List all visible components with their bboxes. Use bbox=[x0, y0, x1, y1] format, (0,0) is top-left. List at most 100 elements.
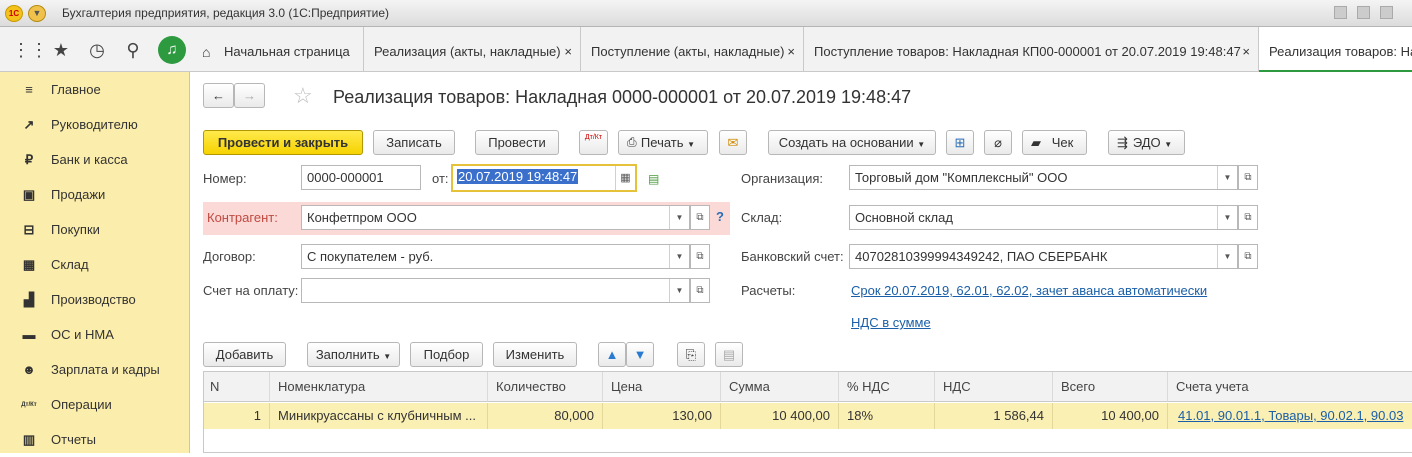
chevron-down-icon[interactable]: ▼ bbox=[669, 279, 689, 302]
tab-home[interactable]: ⌂ Начальная страница bbox=[190, 27, 364, 72]
sidebar-item-production[interactable]: ▟ Производство bbox=[0, 282, 190, 317]
close-tab-icon[interactable]: × bbox=[787, 27, 795, 72]
move-up-button[interactable]: ▲ bbox=[598, 342, 626, 367]
edo-button[interactable]: ⇶ ЭДО ▼ bbox=[1108, 130, 1185, 155]
select-button[interactable]: Подбор bbox=[410, 342, 483, 367]
back-button[interactable]: ← bbox=[203, 83, 234, 108]
tab-sales-list[interactable]: Реализация (акты, накладные) × bbox=[364, 27, 581, 72]
open-contractor-button[interactable]: ⧉ bbox=[690, 205, 710, 230]
close-tab-icon[interactable]: × bbox=[564, 27, 572, 72]
column-header-nomenclature[interactable]: Номенклатура bbox=[270, 372, 488, 402]
contractor-field[interactable]: Конфетпром ООО ▼ bbox=[301, 205, 690, 230]
open-warehouse-button[interactable]: ⧉ bbox=[1238, 205, 1258, 230]
table-cell-total[interactable]: 10 400,00 bbox=[1053, 403, 1168, 429]
sidebar-item-main[interactable]: ≡ Главное bbox=[0, 72, 190, 107]
chevron-down-icon[interactable]: ▼ bbox=[1217, 166, 1237, 189]
open-bank-account-button[interactable]: ⧉ bbox=[1238, 244, 1258, 269]
settings-window-icon[interactable] bbox=[1380, 6, 1393, 19]
column-header-quantity[interactable]: Количество bbox=[488, 372, 603, 402]
arrow-up-icon: ▲ bbox=[605, 347, 619, 362]
main-menu-icon[interactable]: ▼ bbox=[28, 5, 46, 22]
calendar-icon[interactable]: ▦ bbox=[615, 166, 635, 190]
post-button[interactable]: Провести bbox=[475, 130, 559, 155]
sidebar-item-salary[interactable]: ☻ Зарплата и кадры bbox=[0, 352, 190, 387]
sidebar-item-purchases[interactable]: ⊟ Покупки bbox=[0, 212, 190, 247]
column-header-accounts[interactable]: Счета учета bbox=[1168, 372, 1412, 402]
print-button[interactable]: ⎙ Печать ▼ bbox=[618, 130, 708, 155]
add-row-button[interactable]: Добавить bbox=[203, 342, 286, 367]
apps-grid-icon[interactable]: ⋮⋮ bbox=[12, 39, 48, 61]
date-field[interactable]: 20.07.2019 19:48:47 ▦ bbox=[451, 164, 637, 192]
table-cell-sum[interactable]: 10 400,00 bbox=[721, 403, 839, 429]
move-down-button[interactable]: ▼ bbox=[626, 342, 654, 367]
favorite-star-icon[interactable]: ☆ bbox=[293, 83, 313, 109]
forward-button[interactable]: → bbox=[234, 83, 265, 108]
invoice-field[interactable]: ▼ bbox=[301, 278, 690, 303]
number-label: Номер: bbox=[203, 171, 247, 186]
organization-field[interactable]: Торговый дом "Комплексный" ООО ▼ bbox=[849, 165, 1238, 190]
column-header-total[interactable]: Всего bbox=[1053, 372, 1168, 402]
email-button[interactable]: ✉ bbox=[719, 130, 747, 155]
table-cell-nomenclature[interactable]: Миникруассаны с клубничным ... bbox=[270, 403, 488, 429]
tab-sales-document[interactable]: Реализация товаров: Накладная 0000-00000… bbox=[1259, 27, 1412, 72]
warehouse-field[interactable]: Основной склад ▼ bbox=[849, 205, 1238, 230]
chevron-down-icon[interactable]: ▼ bbox=[1217, 245, 1237, 268]
column-header-vat[interactable]: НДС bbox=[935, 372, 1053, 402]
change-button[interactable]: Изменить bbox=[493, 342, 577, 367]
open-invoice-button[interactable]: ⧉ bbox=[690, 278, 710, 303]
sidebar-item-warehouse[interactable]: ▦ Склад bbox=[0, 247, 190, 282]
copy-rows-button[interactable]: ⎘ bbox=[677, 342, 705, 367]
open-organization-button[interactable]: ⧉ bbox=[1238, 165, 1258, 190]
chevron-down-icon[interactable]: ▼ bbox=[669, 245, 689, 268]
arrow-left-icon: ← bbox=[212, 88, 225, 103]
sidebar-item-label: ОС и НМА bbox=[51, 327, 114, 342]
table-cell-accounts-link[interactable]: 41.01, 90.01.1, Товары, 90.02.1, 90.03 bbox=[1168, 403, 1412, 429]
table-cell-n[interactable]: 1 bbox=[204, 403, 270, 429]
sidebar-item-fixed-assets[interactable]: ▬ ОС и НМА bbox=[0, 317, 190, 352]
help-icon[interactable]: ? bbox=[716, 209, 724, 224]
paste-rows-button[interactable]: ▤ bbox=[715, 342, 743, 367]
tab-receipt-document[interactable]: Поступление товаров: Накладная КП00-0000… bbox=[804, 27, 1259, 72]
sidebar-item-manager[interactable]: ↗ Руководителю bbox=[0, 107, 190, 142]
table-cell-vat-rate[interactable]: 18% bbox=[839, 403, 935, 429]
print-window-icon[interactable] bbox=[1357, 6, 1370, 19]
favorites-star-icon[interactable]: ★ bbox=[50, 39, 72, 61]
tab-receipts-list[interactable]: Поступление (акты, накладные) × bbox=[581, 27, 804, 72]
bank-account-field[interactable]: 40702810399994349242, ПАО СБЕРБАНК ▼ bbox=[849, 244, 1238, 269]
sidebar-item-sales[interactable]: ▣ Продажи bbox=[0, 177, 190, 212]
create-based-on-button[interactable]: Создать на основании ▼ bbox=[768, 130, 936, 155]
number-field[interactable]: 0000-000001 bbox=[301, 165, 421, 190]
dtkt-movements-button[interactable]: Дт/Кт bbox=[579, 130, 608, 155]
save-window-icon[interactable] bbox=[1334, 6, 1347, 19]
receipt-button[interactable]: ▰ Чек bbox=[1022, 130, 1087, 155]
history-icon[interactable]: ◷ bbox=[86, 39, 108, 61]
attach-file-button[interactable]: ⌀ bbox=[984, 130, 1012, 155]
sidebar-item-reports[interactable]: ▥ Отчеты bbox=[0, 422, 190, 457]
history-edit-icon[interactable]: ▤ bbox=[648, 172, 659, 186]
chevron-down-icon[interactable]: ▼ bbox=[1217, 206, 1237, 229]
sidebar-item-bank[interactable]: ₽ Банк и касса bbox=[0, 142, 190, 177]
table-cell-quantity[interactable]: 80,000 bbox=[488, 403, 603, 429]
notifications-bell-icon[interactable]: ♫ bbox=[158, 36, 186, 64]
vat-mode-link[interactable]: НДС в сумме bbox=[851, 315, 931, 330]
post-and-close-button[interactable]: Провести и закрыть bbox=[203, 130, 363, 155]
contract-field[interactable]: С покупателем - руб. ▼ bbox=[301, 244, 690, 269]
contractor-label: Контрагент: bbox=[207, 210, 278, 225]
date-value: 20.07.2019 19:48:47 bbox=[457, 169, 579, 184]
close-tab-icon[interactable]: × bbox=[1242, 27, 1250, 72]
tab-label: Реализация (акты, накладные) bbox=[374, 44, 561, 59]
table-cell-vat[interactable]: 1 586,44 bbox=[935, 403, 1053, 429]
chevron-down-icon[interactable]: ▼ bbox=[669, 206, 689, 229]
table-cell-price[interactable]: 130,00 bbox=[603, 403, 721, 429]
sidebar-item-operations[interactable]: Дт/Кт Операции bbox=[0, 387, 190, 422]
column-header-sum[interactable]: Сумма bbox=[721, 372, 839, 402]
settlements-link[interactable]: Срок 20.07.2019, 62.01, 62.02, зачет ава… bbox=[851, 283, 1207, 298]
column-header-vat-rate[interactable]: % НДС bbox=[839, 372, 935, 402]
open-contract-button[interactable]: ⧉ bbox=[690, 244, 710, 269]
column-header-n[interactable]: N bbox=[204, 372, 270, 402]
save-button[interactable]: Записать bbox=[373, 130, 455, 155]
structure-button[interactable]: ⊞ bbox=[946, 130, 974, 155]
search-icon[interactable]: ⚲ bbox=[122, 39, 144, 61]
fill-button[interactable]: Заполнить ▼ bbox=[307, 342, 400, 367]
column-header-price[interactable]: Цена bbox=[603, 372, 721, 402]
